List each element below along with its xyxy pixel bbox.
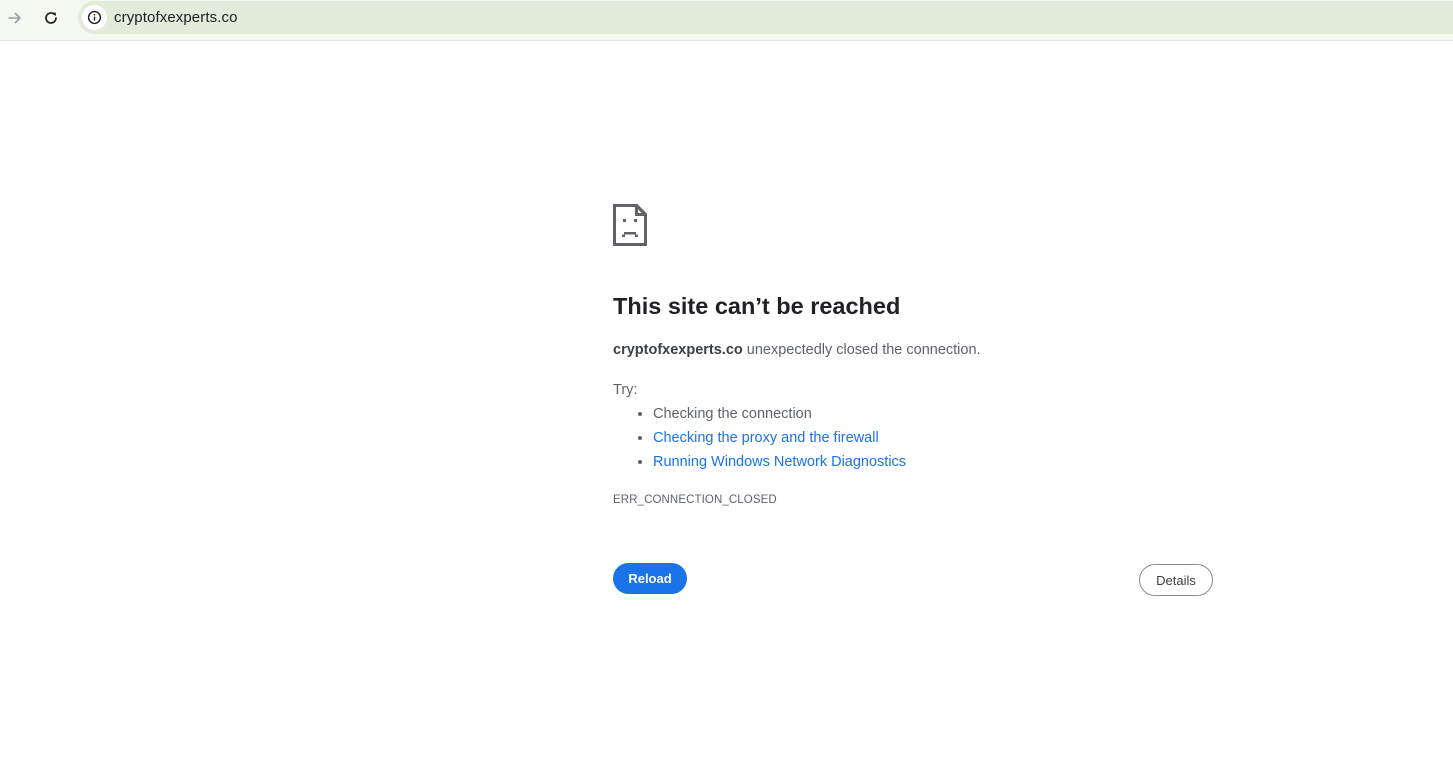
arrow-forward-icon bbox=[8, 12, 21, 24]
suggestion-check-connection: Checking the connection bbox=[653, 404, 906, 428]
site-info-button[interactable] bbox=[82, 5, 107, 30]
browser-toolbar: cryptofxexperts.co bbox=[0, 0, 1453, 41]
reload-button[interactable]: Reload bbox=[613, 563, 687, 594]
summary-host: cryptofxexperts.co bbox=[613, 342, 743, 358]
summary-text: unexpectedly closed the connection. bbox=[742, 342, 981, 358]
error-summary: cryptofxexperts.co unexpectedly closed t… bbox=[613, 342, 981, 358]
reload-nav-button[interactable] bbox=[38, 5, 64, 31]
details-button[interactable]: Details bbox=[1139, 564, 1213, 596]
suggestion-network-diagnostics: Running Windows Network Diagnostics bbox=[653, 452, 906, 476]
proxy-firewall-link[interactable]: Checking the proxy and the firewall bbox=[653, 430, 879, 446]
url-text[interactable]: cryptofxexperts.co bbox=[114, 9, 238, 26]
error-code: ERR_CONNECTION_CLOSED bbox=[613, 494, 777, 506]
reload-icon bbox=[45, 12, 57, 24]
suggestion-text: Checking the connection bbox=[653, 406, 812, 422]
try-label: Try: bbox=[613, 382, 638, 398]
suggestions-list: Checking the connection Checking the pro… bbox=[613, 404, 906, 476]
address-bar[interactable]: cryptofxexperts.co bbox=[78, 1, 1453, 34]
suggestion-check-proxy: Checking the proxy and the firewall bbox=[653, 428, 906, 452]
page-title: This site can’t be reached bbox=[613, 293, 901, 319]
sad-page-icon bbox=[613, 204, 647, 246]
network-diagnostics-link[interactable]: Running Windows Network Diagnostics bbox=[653, 454, 906, 470]
forward-button[interactable] bbox=[2, 5, 28, 31]
info-icon bbox=[87, 10, 102, 25]
